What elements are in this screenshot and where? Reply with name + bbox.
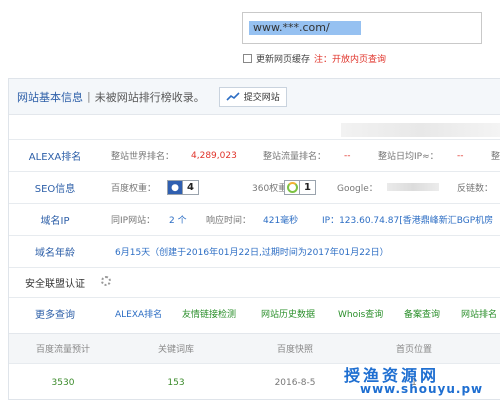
site-info-panel: 网站基本信息 | 未被网站排行榜收录。 提交网站 ALEXA排名 整站世界排名：… [8, 78, 500, 400]
google-value-blurred [387, 183, 439, 193]
same-ip-value[interactable]: 2 个 [169, 213, 187, 226]
panel-title: 网站基本信息 [17, 90, 83, 104]
daily-ip-label: 整站日均IP≈： [378, 152, 439, 162]
panel-header: 网站基本信息 | 未被网站排行榜收录。 提交网站 [9, 79, 500, 115]
domain-ip-label: 域名IP [40, 216, 70, 227]
google-label: Google： [337, 184, 378, 194]
url-input[interactable]: www.***.com/ [242, 12, 482, 44]
alexa-cut-label: 整 [491, 152, 500, 162]
traffic-rank-label: 整站流量排名： [263, 152, 327, 162]
col-homepage-position: 首页位置 [395, 345, 432, 355]
seo-row: SEO信息 百度权重： ● 4 360权重： 1 Google： 反链数： [9, 171, 500, 203]
title-separator: | [87, 90, 91, 103]
url-input-value: www.***.com/ [253, 21, 330, 34]
daily-ip-value: -- [457, 150, 464, 161]
domain-ip-row: 域名IP 同IP网站： 2 个 响应时间： 421毫秒 IP：123.60.74… [9, 203, 500, 235]
keywords-value[interactable]: 153 [117, 364, 235, 400]
response-time-label: 响应时间： [206, 216, 252, 226]
link-friend-link-check[interactable]: 友情链接检测 [182, 307, 236, 320]
alexa-label[interactable]: ALEXA排名 [9, 148, 101, 163]
link-icp-record[interactable]: 备案查询 [404, 307, 440, 320]
alexa-row: ALEXA排名 整站世界排名： 4,289,023 整站流量排名： -- 整站日… [9, 139, 500, 171]
blurred-content [341, 123, 500, 137]
baidu-traffic-value[interactable]: 3530 [9, 364, 117, 400]
security-row: 安全联盟认证 [9, 267, 500, 297]
same-ip-label: 同IP网站： [111, 216, 156, 226]
world-rank-label: 整站世界排名： [111, 152, 175, 162]
note-prefix: 注： [314, 54, 333, 65]
backlinks-label: 反链数： [457, 184, 494, 194]
more-queries-row: 更多查询 ALEXA排名 友情链接检测 网站历史数据 Whois查询 备案查询 … [9, 297, 500, 329]
domain-age-row: 域名年龄 6月15天（创建于2016年01月22日,过期时间为2017年01月2… [9, 235, 500, 267]
baidu-weight-value: 4 [182, 181, 198, 194]
link-site-history[interactable]: 网站历史数据 [261, 307, 315, 320]
baidu-weight-label: 百度权重： [111, 184, 157, 194]
ranking-status: 未被网站排行榜收录。 [94, 90, 205, 104]
domain-age-label: 域名年龄 [35, 248, 75, 259]
refresh-cache-label[interactable]: 更新网页缓存 [256, 52, 310, 65]
ip-address: IP：123.60.74.87[香港鼎峰新汇BGP机房 [322, 216, 494, 226]
domain-age-value: 6月15天（创建于2016年01月22日,过期时间为2017年01月22日） [115, 248, 389, 258]
response-time-value: 421毫秒 [263, 216, 299, 226]
baidu-paw-icon: ● [168, 181, 182, 194]
360-weight-badge[interactable]: 1 [284, 180, 316, 195]
seo-label[interactable]: SEO信息 [9, 180, 101, 195]
search-area: www.***.com/ 更新网页缓存 注： 开放内页查询 [0, 0, 500, 70]
watermark: 授渔资源网 www.shouyu.pw [344, 362, 500, 400]
world-rank-value: 4,289,023 [191, 150, 237, 161]
refresh-cache-checkbox[interactable] [243, 53, 252, 63]
360-logo-icon [285, 181, 299, 194]
col-baidu-traffic: 百度流量预计 [35, 345, 90, 355]
link-whois[interactable]: Whois查询 [338, 307, 383, 320]
baidu-weight-badge[interactable]: ● 4 [167, 180, 199, 195]
360-weight-value: 1 [299, 181, 315, 194]
line-chart-icon [226, 91, 240, 101]
submit-site-button[interactable]: 提交网站 [218, 86, 287, 107]
loading-spinner-icon [101, 276, 111, 289]
col-keywords: 关键词库 [157, 345, 194, 355]
link-site-rank[interactable]: 网站排名 [461, 307, 497, 320]
watermark-url: www.shouyu.pw [360, 382, 484, 396]
link-alexa-rank[interactable]: ALEXA排名 [115, 307, 162, 320]
inner-page-query-link[interactable]: 开放内页查询 [332, 52, 386, 65]
stats-table-header: 百度流量预计 关键词库 百度快照 首页位置 [9, 333, 500, 363]
submit-site-label: 提交网站 [243, 93, 280, 103]
cache-option: 更新网页缓存 注： 开放内页查询 [243, 52, 386, 65]
security-label: 安全联盟认证 [25, 279, 85, 290]
traffic-rank-value: -- [344, 150, 351, 161]
baidu-snapshot-value: 2016-8-5 [274, 377, 316, 388]
col-baidu-snapshot: 百度快照 [276, 345, 313, 355]
more-queries-label: 更多查询 [35, 310, 75, 321]
